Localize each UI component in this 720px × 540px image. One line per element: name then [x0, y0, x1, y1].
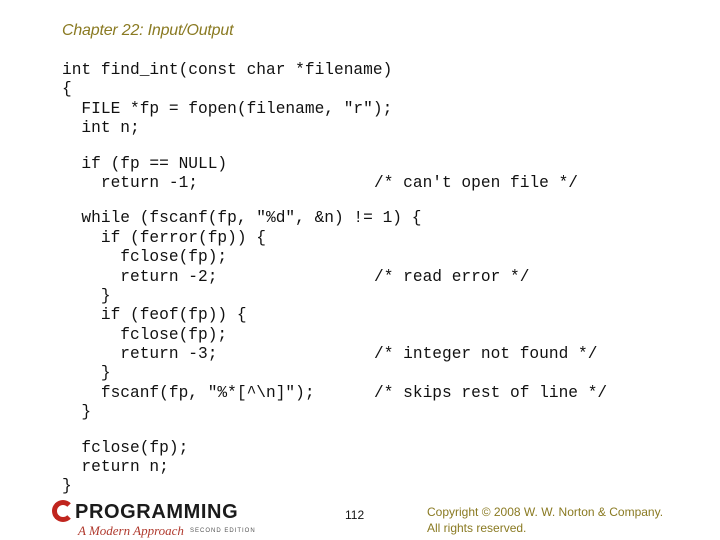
code-comment: /* skips rest of line */ — [374, 383, 608, 402]
code-text: } — [62, 477, 72, 496]
code-line: return n; — [62, 458, 421, 477]
code-text: fscanf(fp, "%*[^\n]"); — [62, 383, 315, 402]
code-text: if (fp == NULL) — [62, 154, 228, 173]
copyright-line-2: All rights reserved. — [427, 521, 527, 535]
code-line: return -2; /* read error */ — [62, 267, 529, 287]
logo-title: PROGRAMMING — [75, 501, 239, 523]
code-line: } — [62, 364, 421, 383]
code-text: return -3; — [62, 345, 218, 364]
code-text: int find_int(const char *filename) — [62, 61, 393, 79]
code-text: } — [62, 286, 111, 305]
code-text: if (ferror(fp)) { — [62, 228, 266, 247]
code-line: int find_int(const char *filename) — [62, 61, 421, 80]
code-line: FILE *fp = fopen(filename, "r"); — [62, 100, 421, 119]
code-text: return n; — [62, 458, 169, 477]
logo-subtitle: A Modern Approach — [78, 523, 184, 538]
code-line: int n; — [62, 119, 421, 138]
code-comment: /* can't open file */ — [374, 173, 578, 192]
code-line: } — [62, 403, 421, 422]
code-text: return -1; — [62, 173, 198, 192]
book-logo: PROGRAMMING A Modern Approach SECOND EDI… — [52, 498, 272, 540]
code-line: if (fp == NULL) — [62, 155, 421, 174]
code-text: while (fscanf(fp, "%d", &n) != 1) { — [62, 209, 422, 228]
code-line: if (feof(fp)) { — [62, 306, 421, 325]
code-text: } — [62, 364, 111, 383]
code-line: { — [62, 80, 421, 99]
code-line: if (ferror(fp)) { — [62, 229, 421, 248]
code-line: return -3; /* integer not found */ — [62, 345, 597, 364]
code-comment: /* integer not found */ — [374, 345, 598, 364]
code-line: fclose(fp); — [62, 248, 421, 267]
copyright-line-1: Copyright © 2008 W. W. Norton & Company. — [427, 505, 664, 519]
code-line: fclose(fp); — [62, 326, 421, 345]
code-text: fclose(fp); — [62, 438, 189, 457]
code-text: fclose(fp); — [62, 325, 228, 344]
code-text: int n; — [62, 119, 140, 138]
code-line: return -1; /* can't open file */ — [62, 173, 578, 193]
code-listing: int find_int(const char *filename){ FILE… — [62, 61, 607, 497]
code-line: } — [62, 287, 421, 306]
copyright-notice: Copyright © 2008 W. W. Norton & Company.… — [427, 504, 663, 536]
code-line: while (fscanf(fp, "%d", &n) != 1) { — [62, 209, 421, 228]
code-text: } — [62, 403, 92, 422]
c-logo-icon — [52, 500, 74, 522]
code-line: fclose(fp); — [62, 439, 421, 458]
code-line: } — [62, 477, 421, 496]
code-line: fscanf(fp, "%*[^\n]"); /* skips rest of l… — [62, 383, 607, 403]
code-text: if (feof(fp)) { — [62, 306, 247, 325]
code-text: { — [62, 80, 72, 99]
code-text: FILE *fp = fopen(filename, "r"); — [62, 99, 393, 118]
logo-edition: SECOND EDITION — [190, 528, 256, 534]
page-number: 112 — [345, 508, 365, 522]
code-comment: /* read error */ — [374, 267, 530, 286]
code-text: fclose(fp); — [62, 248, 228, 267]
code-text: return -2; — [62, 267, 218, 286]
chapter-title: Chapter 22: Input/Output — [62, 22, 234, 39]
